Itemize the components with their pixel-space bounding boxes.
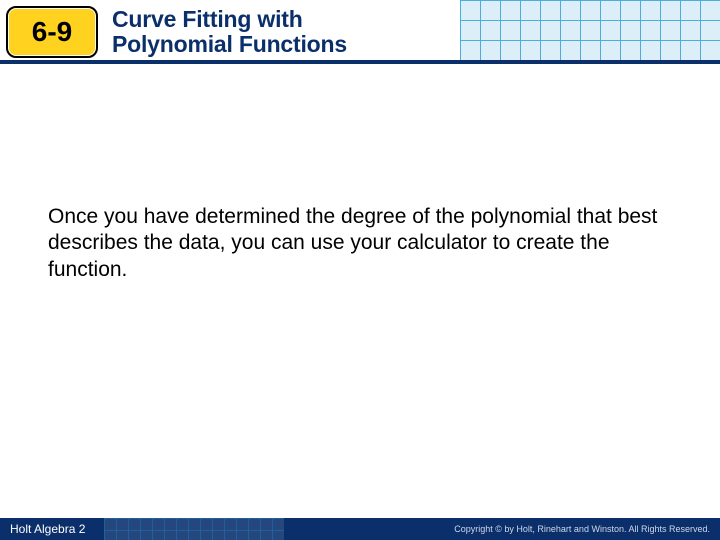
slide: 6-9 Curve Fitting with Polynomial Functi… [0, 0, 720, 540]
slide-footer: Holt Algebra 2 Copyright © by Holt, Rine… [0, 518, 720, 540]
section-number: 6-9 [32, 16, 72, 48]
header-underline [0, 60, 720, 64]
header-grid-decoration [460, 0, 720, 64]
body-paragraph: Once you have determined the degree of t… [48, 204, 672, 283]
footer-book-title: Holt Algebra 2 [10, 522, 85, 536]
section-number-badge: 6-9 [6, 6, 98, 58]
slide-body: Once you have determined the degree of t… [0, 64, 720, 283]
slide-title-line1: Curve Fitting with [112, 7, 347, 32]
footer-copyright: Copyright © by Holt, Rinehart and Winsto… [454, 524, 710, 534]
slide-title: Curve Fitting with Polynomial Functions [112, 7, 347, 57]
slide-title-line2: Polynomial Functions [112, 32, 347, 57]
footer-grid-decoration [104, 518, 284, 540]
slide-header: 6-9 Curve Fitting with Polynomial Functi… [0, 0, 720, 64]
